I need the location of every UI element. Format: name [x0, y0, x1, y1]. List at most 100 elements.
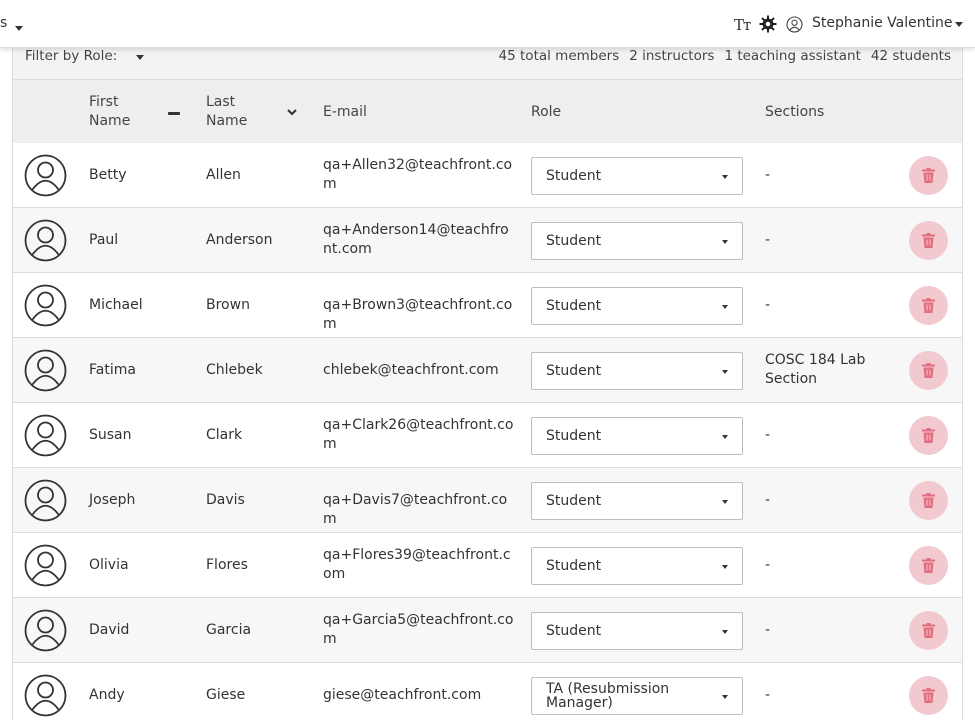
role-select-value: Student [546, 558, 602, 574]
avatar-icon [24, 609, 67, 652]
role-select[interactable]: Student [531, 352, 743, 390]
role-select[interactable]: Student [531, 482, 743, 520]
header-label: Name [89, 113, 131, 129]
user-menu-name[interactable]: Stephanie Valentine [812, 15, 952, 31]
first-name-cell: Susan [89, 427, 132, 443]
nav-menu-fragment[interactable]: s [0, 15, 7, 31]
trash-icon [922, 558, 935, 573]
role-select[interactable]: Student [531, 547, 743, 585]
filter-by-role-label[interactable]: Filter by Role: [25, 48, 117, 64]
chevron-down-icon [722, 630, 728, 634]
instructors-count: 2 instructors [629, 48, 715, 64]
first-name-cell: Fatima [89, 362, 136, 378]
chevron-down-icon [722, 500, 728, 504]
table-row: Paul Anderson qa+Anderson14@teachfront.com… [12, 208, 963, 273]
email-cell: qa+Anderson14@teachfront.com [323, 222, 509, 257]
email-header[interactable]: E-mail [323, 103, 367, 122]
avatar-icon [24, 219, 67, 262]
email-cell: qa+Davis7@teachfront.com [323, 492, 508, 527]
chevron-down-icon [722, 305, 728, 309]
chevron-down-icon [722, 435, 728, 439]
top-navigation-bar: s Tт Stephanie Valentine [0, 0, 975, 48]
last-name-cell: Garcia [206, 622, 252, 638]
email-cell: qa+Brown3@teachfront.com [323, 297, 513, 332]
chevron-down-icon [722, 240, 728, 244]
chevron-down-icon [722, 695, 728, 699]
first-name-header[interactable]: First Name [89, 93, 130, 131]
chevron-down-icon [722, 370, 728, 374]
sections-cell: - [765, 622, 771, 638]
first-name-cell: Joseph [89, 492, 136, 508]
last-name-cell: Flores [206, 557, 248, 573]
table-row: Olivia Flores qa+Flores39@teachfront.com St… [12, 533, 963, 598]
text-size-icon[interactable]: Tт [734, 16, 751, 34]
chevron-down-icon[interactable] [955, 22, 963, 27]
delete-member-button[interactable] [909, 351, 948, 390]
first-name-cell: Michael [89, 297, 143, 313]
role-select-value: Student [546, 233, 602, 249]
sections-header[interactable]: Sections [765, 103, 824, 122]
trash-icon [922, 493, 935, 508]
table-row: Susan Clark qa+Clark26@teachfront.com Stude… [12, 403, 963, 468]
tas-count: 1 teaching assistant [724, 48, 861, 64]
sections-cell: COSC 184 Lab Section [765, 352, 866, 387]
delete-member-button[interactable] [909, 481, 948, 520]
role-select-value: Student [546, 428, 602, 444]
role-select[interactable]: Student [531, 612, 743, 650]
table-row: Joseph Davis qa+Davis7@teachfront.com Stude… [12, 468, 963, 533]
trash-icon [922, 168, 935, 183]
header-label: Last [206, 94, 236, 110]
avatar-icon [24, 154, 67, 197]
sections-cell: - [765, 557, 771, 573]
trash-icon [922, 688, 935, 703]
first-name-cell: David [89, 622, 130, 638]
sort-none-icon[interactable] [168, 112, 180, 115]
chevron-down-icon[interactable] [15, 26, 23, 31]
delete-member-button[interactable] [909, 416, 948, 455]
role-select[interactable]: Student [531, 287, 743, 325]
role-select-value: Student [546, 623, 602, 639]
email-cell: qa+Clark26@teachfront.com [323, 417, 514, 452]
sections-cell: - [765, 492, 771, 508]
last-name-cell: Davis [206, 492, 245, 508]
role-select[interactable]: Student [531, 222, 743, 260]
trash-icon [922, 363, 935, 378]
sections-cell: - [765, 297, 771, 313]
trash-icon [922, 233, 935, 248]
user-icon[interactable] [786, 16, 803, 33]
role-select[interactable]: Student [531, 417, 743, 455]
table-row: Michael Brown qa+Brown3@teachfront.com Stud… [12, 273, 963, 338]
sections-cell: - [765, 427, 771, 443]
email-cell: qa+Garcia5@teachfront.com [323, 612, 514, 647]
avatar-icon [24, 674, 67, 717]
role-select-value: TA (Resubmission Manager) [546, 681, 670, 711]
delete-member-button[interactable] [909, 221, 948, 260]
filter-bar: Filter by Role: 45 total members 2 instr… [12, 48, 963, 79]
chevron-down-icon [722, 565, 728, 569]
role-select-value: Student [546, 363, 602, 379]
header-label: First [89, 94, 119, 110]
role-header[interactable]: Role [531, 103, 561, 122]
email-cell: qa+Allen32@teachfront.com [323, 157, 513, 192]
table-header: First Name Last Name E-mail Role Section… [12, 79, 963, 144]
role-select-value: Student [546, 168, 602, 184]
delete-member-button[interactable] [909, 676, 948, 715]
delete-member-button[interactable] [909, 286, 948, 325]
role-select-value: Student [546, 493, 602, 509]
delete-member-button[interactable] [909, 611, 948, 650]
last-name-cell: Clark [206, 427, 243, 443]
email-cell: chlebek@teachfront.com [323, 362, 499, 378]
table-row: David Garcia qa+Garcia5@teachfront.com Stud… [12, 598, 963, 663]
role-select[interactable]: Student [531, 157, 743, 195]
last-name-cell: Chlebek [206, 362, 263, 378]
role-select-value: Student [546, 298, 602, 314]
last-name-header[interactable]: Last Name [206, 93, 247, 131]
gear-icon[interactable] [759, 15, 777, 33]
chevron-down-icon[interactable] [136, 55, 144, 60]
trash-icon [922, 298, 935, 313]
delete-member-button[interactable] [909, 156, 948, 195]
role-select[interactable]: TA (Resubmission Manager) [531, 677, 743, 715]
delete-member-button[interactable] [909, 546, 948, 585]
sort-descending-icon[interactable] [286, 107, 298, 117]
sections-cell: - [765, 687, 771, 703]
